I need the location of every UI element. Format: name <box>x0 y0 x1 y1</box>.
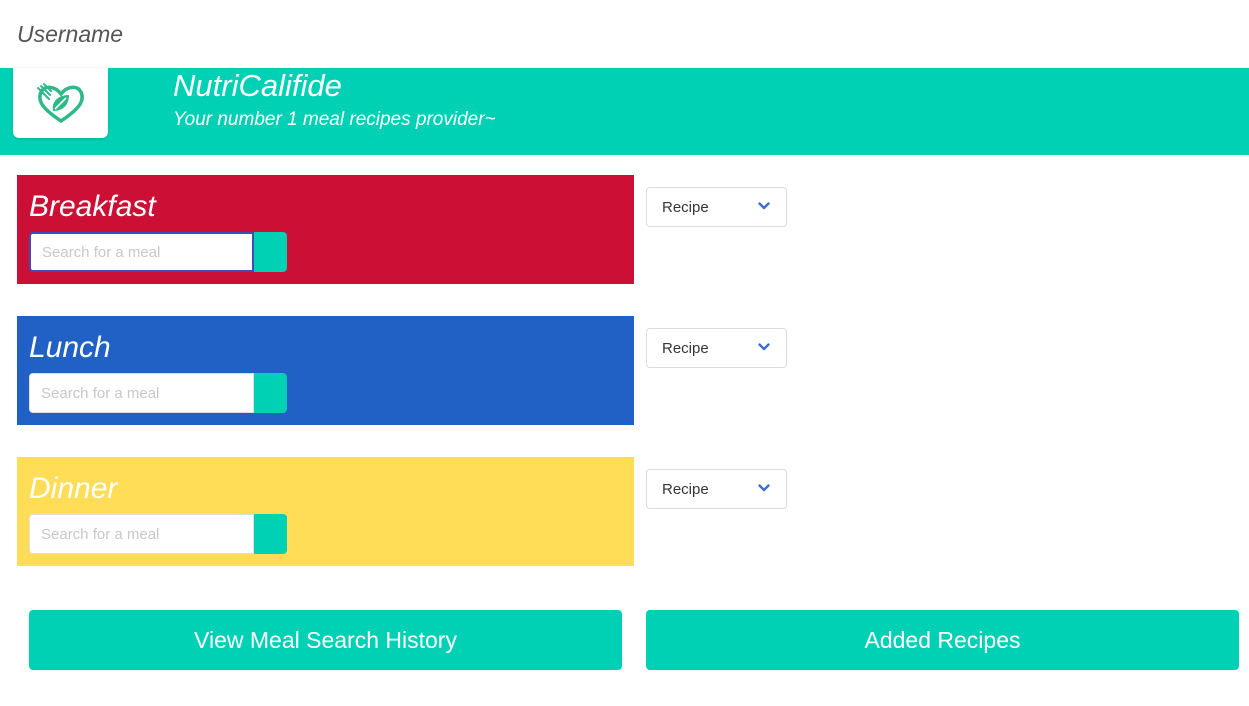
breakfast-search <box>29 232 287 272</box>
dinner-type-select[interactable]: Recipe <box>646 469 787 509</box>
breakfast-title: Breakfast <box>29 190 156 223</box>
breakfast-panel: Breakfast <box>17 175 634 284</box>
breakfast-select-value: Recipe <box>662 199 709 216</box>
dinner-search <box>29 514 287 554</box>
app-header: NutriCalifide Your number 1 meal recipes… <box>0 68 1249 155</box>
lunch-search-input[interactable] <box>29 373 254 413</box>
brand-logo[interactable] <box>13 68 108 138</box>
breakfast-search-button[interactable] <box>254 232 287 272</box>
breakfast-type-select[interactable]: Recipe <box>646 187 787 227</box>
lunch-select-value: Recipe <box>662 340 709 357</box>
username-label: Username <box>17 21 124 47</box>
lunch-type-select[interactable]: Recipe <box>646 328 787 368</box>
dinner-select-value: Recipe <box>662 481 709 498</box>
dinner-title: Dinner <box>29 472 118 505</box>
dinner-search-input[interactable] <box>29 514 254 554</box>
lunch-title: Lunch <box>29 331 111 364</box>
added-recipes-button[interactable]: Added Recipes <box>646 610 1239 670</box>
lunch-search <box>29 373 287 413</box>
chevron-down-icon <box>758 484 770 492</box>
view-search-history-button[interactable]: View Meal Search History <box>29 610 622 670</box>
breakfast-search-input[interactable] <box>29 232 254 272</box>
lunch-panel: Lunch <box>17 316 634 425</box>
heart-leaf-fork-logo-icon <box>36 83 84 124</box>
dinner-panel: Dinner <box>17 457 634 566</box>
dinner-search-button[interactable] <box>254 514 287 554</box>
chevron-down-icon <box>758 202 770 210</box>
brand-title: NutriCalifide <box>173 68 342 103</box>
lunch-search-button[interactable] <box>254 373 287 413</box>
chevron-down-icon <box>758 343 770 351</box>
brand-tagline: Your number 1 meal recipes provider~ <box>173 109 496 130</box>
